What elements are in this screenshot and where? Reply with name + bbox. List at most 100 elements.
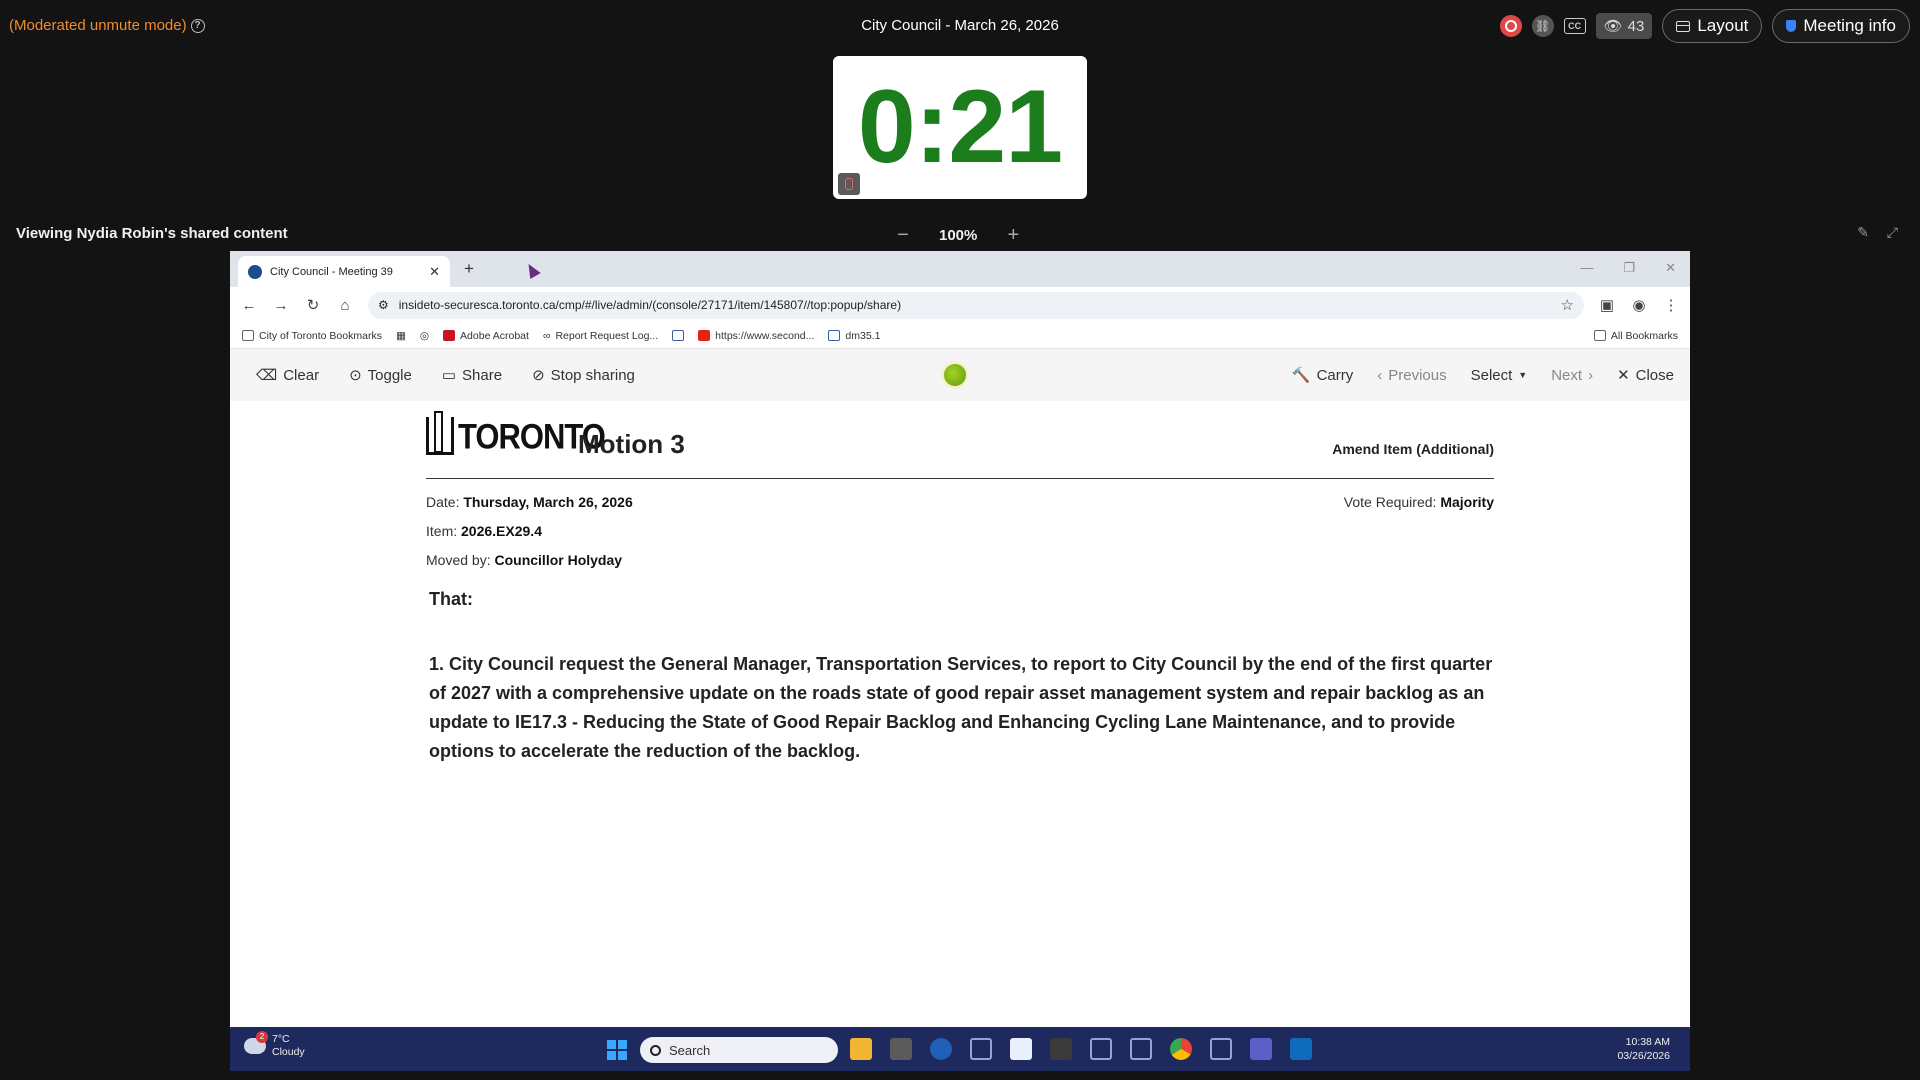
top-controls: ⛓ CC 👁 43 Layout Meeting info bbox=[1499, 9, 1910, 43]
forward-icon[interactable]: → bbox=[272, 297, 290, 314]
profile-icon[interactable]: ◉ bbox=[1630, 296, 1648, 314]
toronto-app-icon[interactable] bbox=[1130, 1038, 1152, 1060]
all-bookmarks[interactable]: All Bookmarks bbox=[1593, 330, 1678, 342]
participants-icon: 👁 bbox=[1603, 18, 1623, 35]
toggle-button[interactable]: ⊙ Toggle bbox=[349, 366, 412, 385]
clock-date: 03/26/2026 bbox=[1617, 1050, 1670, 1062]
bookmark-label: https://www.second... bbox=[715, 329, 815, 342]
tab-title: City Council - Meeting 39 bbox=[270, 265, 393, 278]
toronto-app-icon[interactable] bbox=[1210, 1038, 1232, 1060]
previous-label: Previous bbox=[1388, 366, 1447, 384]
bookmark-youtube[interactable]: https://www.second... bbox=[698, 330, 814, 342]
reload-icon[interactable]: ↻ bbox=[304, 296, 322, 314]
vote-value: Majority bbox=[1440, 494, 1494, 510]
globe-icon[interactable]: ◎ bbox=[420, 330, 429, 342]
recording-icon[interactable] bbox=[1499, 15, 1522, 37]
select-label: Select bbox=[1470, 366, 1513, 384]
url-text: insideto-securesca.toronto.ca/cmp/#/live… bbox=[398, 298, 902, 312]
zoom-out-button[interactable]: − bbox=[895, 224, 911, 247]
app-t-icon[interactable] bbox=[1050, 1038, 1072, 1060]
back-icon[interactable]: ← bbox=[240, 297, 258, 314]
window-close-icon[interactable]: ✕ bbox=[1665, 260, 1676, 276]
close-button[interactable]: ✕ Close bbox=[1617, 366, 1674, 385]
motion-title: Motion 3 bbox=[578, 429, 685, 459]
shared-screen: City Council - Meeting 39 ✕ + — ❐ ✕ ← → … bbox=[230, 251, 1690, 1071]
favicon-icon bbox=[248, 264, 262, 279]
reader-mode-icon[interactable]: ▣ bbox=[1598, 296, 1616, 314]
carry-button[interactable]: 🔨 Carry bbox=[1291, 366, 1353, 385]
taskbar-search[interactable]: Search bbox=[640, 1037, 838, 1063]
toggle-icon: ⊙ bbox=[349, 367, 362, 384]
bookmark-dm35[interactable]: dm35.1 bbox=[828, 330, 880, 342]
outlook-icon[interactable] bbox=[1290, 1038, 1312, 1060]
temperature: 7°C bbox=[272, 1033, 290, 1045]
item-row: Item: 2026.EX29.4 bbox=[426, 523, 542, 552]
system-clock[interactable]: 10:38 AM 03/26/2026 bbox=[1617, 1035, 1670, 1063]
address-bar[interactable]: ⚙ insideto-securesca.toronto.ca/cmp/#/li… bbox=[368, 291, 1584, 319]
bookmark-star-icon[interactable]: ☆ bbox=[1561, 296, 1574, 314]
menu-icon[interactable]: ⋮ bbox=[1662, 296, 1680, 314]
zoom-in-button[interactable]: + bbox=[1005, 224, 1021, 247]
share-button[interactable]: ▭ Share bbox=[441, 366, 502, 385]
file-explorer-icon[interactable] bbox=[850, 1038, 872, 1060]
bookmark-folder-toronto[interactable]: City of Toronto Bookmarks bbox=[242, 330, 382, 342]
browser-tab-strip: City Council - Meeting 39 ✕ + — ❐ ✕ bbox=[230, 251, 1690, 287]
item-value: 2026.EX29.4 bbox=[461, 523, 542, 539]
windows-start-icon[interactable] bbox=[607, 1040, 627, 1060]
date-value: Thursday, March 26, 2026 bbox=[463, 494, 633, 510]
closed-captions-icon[interactable]: CC bbox=[1563, 18, 1586, 34]
apps-icon[interactable]: ▦ bbox=[396, 330, 406, 342]
next-button[interactable]: Next › bbox=[1551, 367, 1593, 384]
link-icon[interactable]: ⛓ bbox=[1531, 15, 1554, 37]
browser-tab[interactable]: City Council - Meeting 39 ✕ bbox=[238, 256, 450, 287]
toronto-app-icon[interactable] bbox=[1090, 1038, 1112, 1060]
meeting-top-bar: (Moderated unmute mode) ? City Council -… bbox=[0, 0, 1920, 52]
home-icon[interactable]: ⌂ bbox=[336, 297, 354, 314]
bookmark-report-request[interactable]: ∞ Report Request Log... bbox=[543, 330, 658, 342]
app-p-icon[interactable] bbox=[890, 1038, 912, 1060]
chrome-icon[interactable] bbox=[1170, 1038, 1192, 1060]
new-tab-icon[interactable]: + bbox=[464, 259, 474, 279]
toronto-app-icon[interactable] bbox=[970, 1038, 992, 1060]
taskbar-apps bbox=[850, 1038, 1312, 1060]
meeting-info-button[interactable]: Meeting info bbox=[1772, 9, 1910, 43]
teams-icon[interactable] bbox=[1250, 1038, 1272, 1060]
weather-widget[interactable]: 2 7°C Cloudy bbox=[244, 1031, 305, 1059]
eraser-icon: ⌫ bbox=[256, 367, 278, 384]
restore-icon[interactable]: ❐ bbox=[1623, 260, 1635, 276]
annotate-icon[interactable]: ✎ bbox=[1857, 224, 1869, 241]
gavel-icon: 🔨 bbox=[1291, 367, 1311, 384]
select-dropdown[interactable]: Select ▼ bbox=[1471, 367, 1528, 384]
bookmark-label: Report Request Log... bbox=[555, 329, 659, 342]
motion-type: Amend Item (Additional) bbox=[1332, 441, 1494, 457]
minimize-icon[interactable]: — bbox=[1580, 260, 1593, 276]
bookmark-adobe-acrobat[interactable]: Adobe Acrobat bbox=[443, 330, 529, 342]
toronto-bookmark-icon[interactable] bbox=[672, 330, 685, 341]
site-info-icon[interactable]: ⚙ bbox=[378, 298, 389, 312]
previous-button[interactable]: ‹ Previous bbox=[1377, 367, 1446, 384]
shield-icon bbox=[1786, 20, 1797, 32]
vote-label: Vote Required: bbox=[1343, 494, 1437, 510]
toronto-icon bbox=[672, 330, 685, 341]
date-label: Date: bbox=[426, 494, 460, 510]
fullscreen-icon[interactable]: ⤢ bbox=[1887, 224, 1898, 241]
layout-button[interactable]: Layout bbox=[1662, 9, 1763, 43]
close-label: Close bbox=[1635, 366, 1674, 384]
image-icon: ▭ bbox=[441, 367, 457, 384]
timer-value: 0:21 bbox=[857, 69, 1063, 185]
participants-button[interactable]: 👁 43 bbox=[1595, 13, 1653, 39]
moved-label: Moved by: bbox=[426, 552, 491, 568]
close-icon: ✕ bbox=[1617, 367, 1630, 384]
zoom-level: 100% bbox=[939, 227, 978, 244]
motion-body: 1. City Council request the General Mana… bbox=[429, 654, 1493, 761]
globe-app-icon[interactable] bbox=[930, 1038, 952, 1060]
stop-sharing-button[interactable]: ⊘ Stop sharing bbox=[532, 366, 635, 385]
next-label: Next bbox=[1551, 366, 1583, 384]
zoom-controls: − 100% + bbox=[895, 224, 1021, 247]
tab-close-icon[interactable]: ✕ bbox=[429, 264, 440, 280]
toronto-app-icon[interactable] bbox=[1010, 1038, 1032, 1060]
toggle-label: Toggle bbox=[367, 366, 412, 384]
clear-button[interactable]: ⌫ Clear bbox=[256, 366, 319, 385]
bookmark-label: Adobe Acrobat bbox=[460, 329, 529, 342]
youtube-icon bbox=[698, 330, 711, 341]
